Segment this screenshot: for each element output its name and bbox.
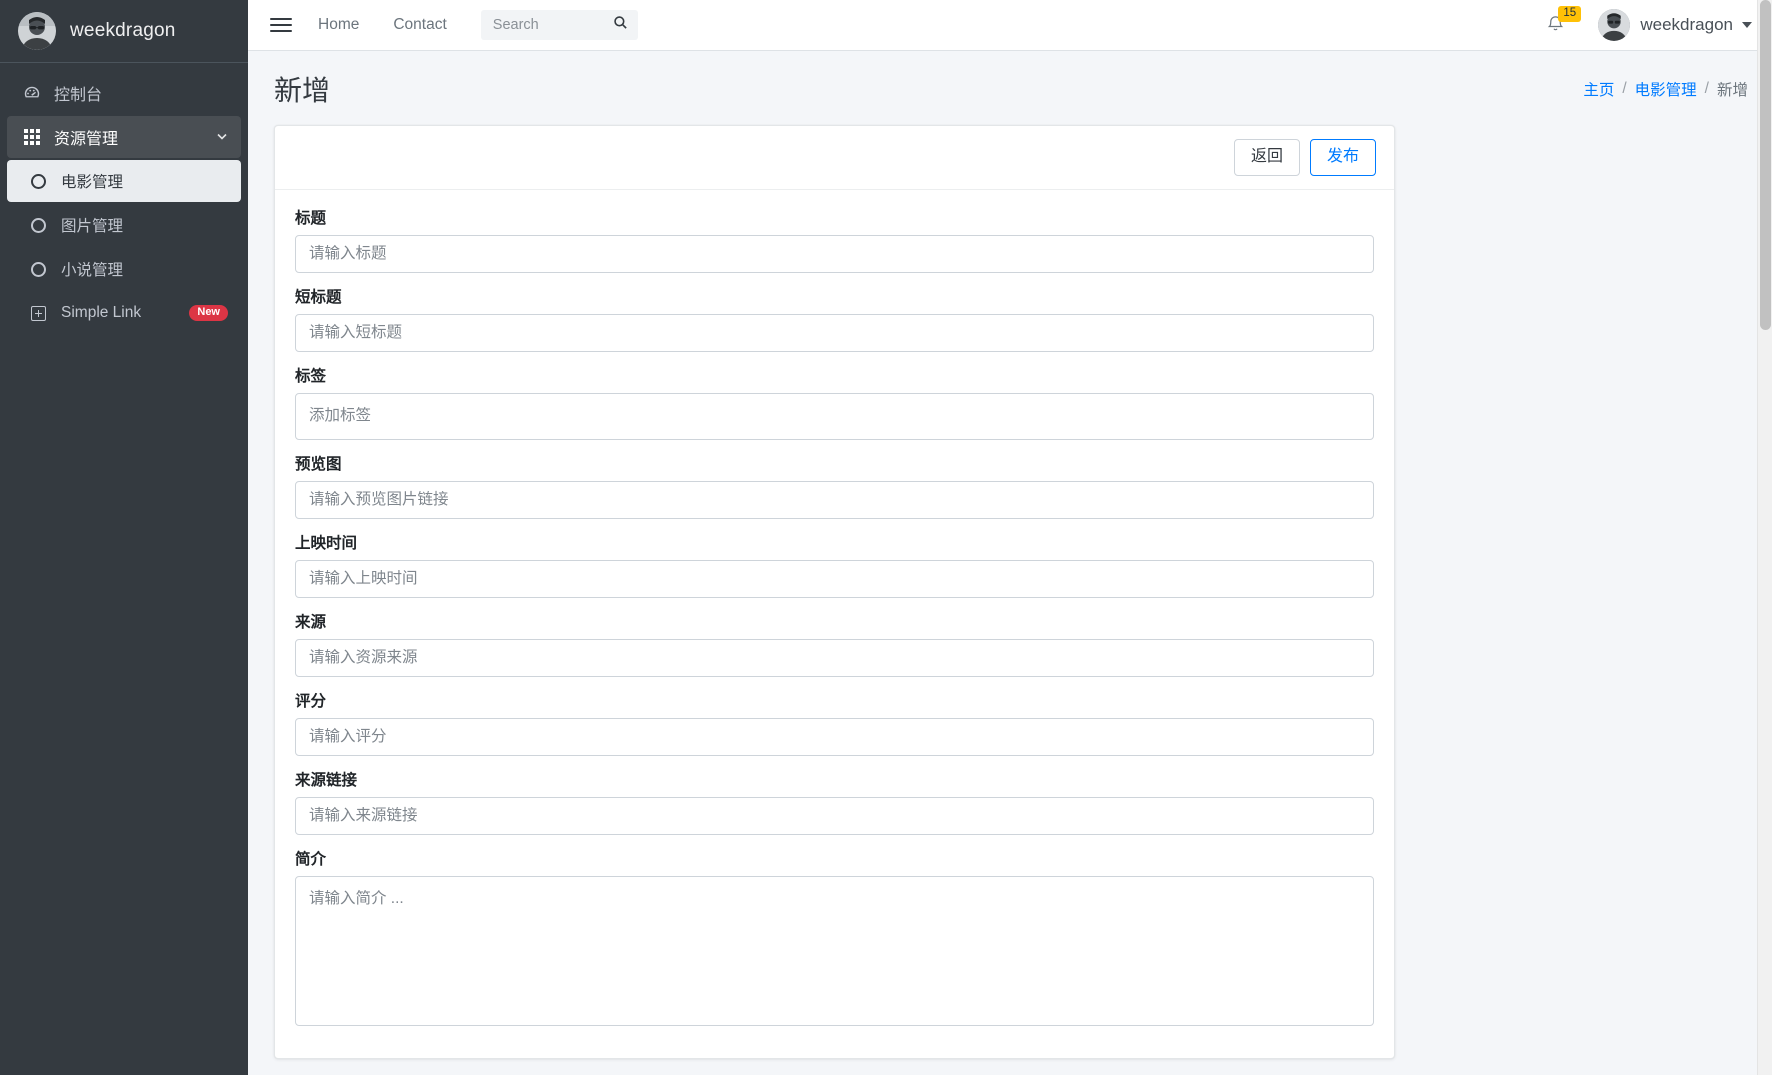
hamburger-icon[interactable] [270,18,292,32]
form-group-title: 标题 [295,206,1374,273]
user-avatar-image [1598,9,1631,41]
app-root: weekdragon 控制台 资源管理 电影管理 图片管理 小说管理 Simpl… [0,0,1772,1075]
sidebar-subitem-label: 小说管理 [61,262,124,279]
sidebar-subitem-label: Simple Link [61,304,142,321]
avatar [1598,9,1631,41]
dashboard-icon [20,84,44,102]
source-input[interactable] [295,638,1374,677]
circle-icon [27,173,49,189]
breadcrumb-item-current: 新增 [1716,82,1748,99]
status-badge: New [189,305,228,321]
sidebar-subitem-label: 电影管理 [61,174,124,191]
sidebar-subitem-label: 图片管理 [61,218,124,235]
search-icon[interactable] [613,15,628,35]
release-time-input[interactable] [295,559,1374,598]
search-input[interactable] [492,17,613,33]
grid-icon [20,129,44,145]
topbar-link-contact[interactable]: Contact [393,16,446,34]
tags-input[interactable] [295,392,1374,440]
user-menu[interactable]: weekdragon [1598,9,1752,41]
publish-button[interactable]: 发布 [1309,139,1376,176]
plus-square-icon [27,305,49,321]
preview-image-input[interactable] [295,480,1374,519]
form-group-short-title: 短标题 [295,285,1374,352]
topbar: Home Contact Search 15 weekdragon [248,0,1772,51]
caret-down-icon [1742,22,1752,28]
form-card-header: 返回 发布 [275,126,1394,190]
field-label: 评分 [295,692,327,710]
field-label: 标签 [295,367,327,385]
field-label: 来源 [295,613,327,631]
content-body: 返回 发布 标题 短标题 标签 [248,119,1772,1059]
rating-input[interactable] [295,717,1374,756]
sidebar-item-resource-management[interactable]: 资源管理 [7,116,241,158]
field-label: 来源链接 [295,771,358,789]
form-group-rating: 评分 [295,689,1374,756]
breadcrumb-separator: / [1704,80,1709,97]
notification-count-badge: 15 [1558,5,1582,22]
summary-textarea[interactable] [295,875,1374,1026]
breadcrumb-item-movie-management[interactable]: 电影管理 [1635,78,1697,100]
form-group-tags: 标签 [295,364,1374,440]
main-area: Home Contact Search 15 weekdragon 新增 主页 … [248,0,1772,1075]
page-scrollbar-thumb[interactable] [1760,0,1771,330]
field-label: 简介 [295,850,327,868]
title-input[interactable] [295,234,1374,273]
form-group-source-link: 来源链接 [295,768,1374,835]
back-button[interactable]: 返回 [1233,139,1300,176]
page-title: 新增 [274,75,331,106]
form-card: 返回 发布 标题 短标题 标签 [274,125,1395,1059]
form-group-source: 来源 [295,610,1374,677]
form-card-body: 标题 短标题 标签 预览图 [275,190,1394,1058]
circle-icon [27,261,49,277]
circle-icon [27,217,49,233]
breadcrumb: 主页 / 电影管理 / 新增 [1583,78,1748,100]
page-scrollbar[interactable] [1757,0,1772,1075]
field-label: 上映时间 [295,534,358,552]
topbar-right: 15 weekdragon [1547,5,1752,41]
topbar-link-home[interactable]: Home [318,16,359,34]
sidebar-item-image-management[interactable]: 图片管理 [7,204,241,246]
field-label: 预览图 [295,455,342,473]
field-label: 短标题 [295,288,342,306]
sidebar-brand[interactable]: weekdragon [0,0,248,63]
breadcrumb-separator: / [1622,80,1627,97]
source-link-input[interactable] [295,796,1374,835]
form-group-summary: 简介 [295,847,1374,1026]
form-group-release-time: 上映时间 [295,531,1374,598]
sidebar-brand-label: weekdragon [70,20,176,41]
search-box[interactable] [480,10,638,40]
sidebar-item-movie-management[interactable]: 电影管理 [7,160,241,202]
avatar [18,12,56,50]
notifications-button[interactable]: 15 [1547,5,1582,37]
sidebar-item-console[interactable]: 控制台 [7,72,241,114]
sidebar-nav: 控制台 资源管理 电影管理 图片管理 小说管理 Simple Link New [0,63,248,334]
field-label: 标题 [295,209,327,227]
form-group-preview-image: 预览图 [295,452,1374,519]
breadcrumb-item-home[interactable]: 主页 [1583,78,1614,100]
sidebar: weekdragon 控制台 资源管理 电影管理 图片管理 小说管理 Simpl… [0,0,248,1075]
sidebar-item-label: 控制台 [54,87,103,104]
chevron-down-icon [216,130,228,145]
sidebar-item-simple-link[interactable]: Simple Link New [7,292,241,334]
short-title-input[interactable] [295,313,1374,352]
user-menu-label: weekdragon [1640,15,1733,34]
user-avatar-image [18,12,56,50]
sidebar-item-novel-management[interactable]: 小说管理 [7,248,241,290]
content-header: 新增 主页 / 电影管理 / 新增 [248,51,1772,119]
sidebar-item-label: 资源管理 [54,131,119,148]
